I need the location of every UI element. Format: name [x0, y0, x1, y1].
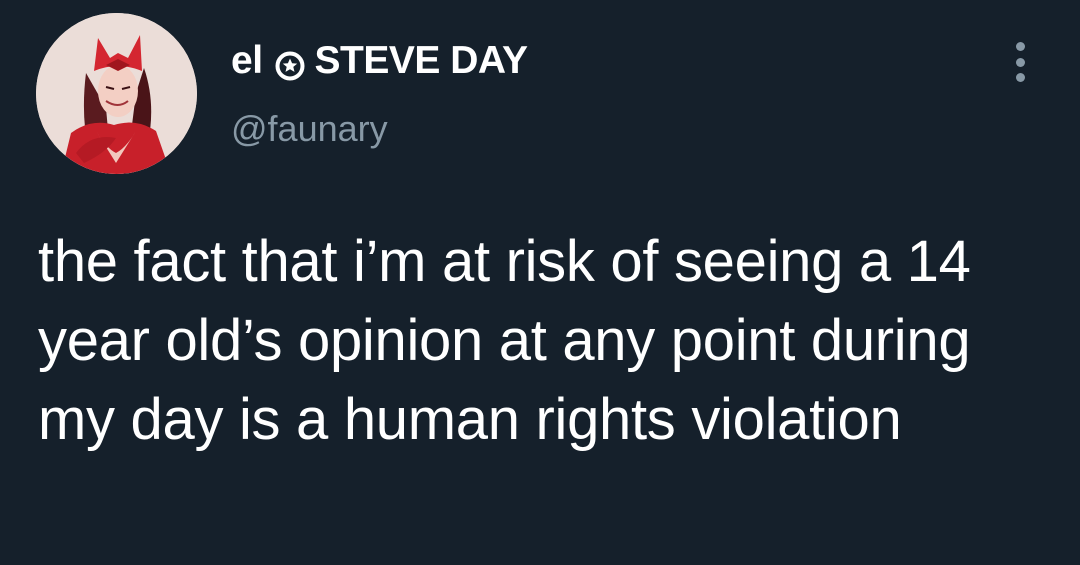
- display-name-suffix: STEVE DAY: [314, 39, 528, 82]
- tweet-header: el STEVE DAY @faunary: [231, 36, 528, 150]
- display-name-prefix: el: [231, 39, 263, 82]
- menu-dot: [1015, 42, 1025, 51]
- menu-dot: [1015, 73, 1025, 82]
- menu-dot: [1015, 57, 1025, 67]
- star-badge-icon: [275, 47, 305, 81]
- user-handle[interactable]: @faunary: [231, 108, 528, 150]
- avatar[interactable]: [36, 13, 197, 174]
- tweet-card: el STEVE DAY @faunary the fact that i’m …: [0, 0, 1080, 565]
- tweet-text: the fact that i’m at risk of seeing a 14…: [38, 229, 971, 452]
- vertical-ellipsis-icon[interactable]: [1008, 42, 1032, 82]
- scarlet-witch-avatar-icon: [36, 13, 197, 174]
- display-name[interactable]: el STEVE DAY: [231, 36, 528, 86]
